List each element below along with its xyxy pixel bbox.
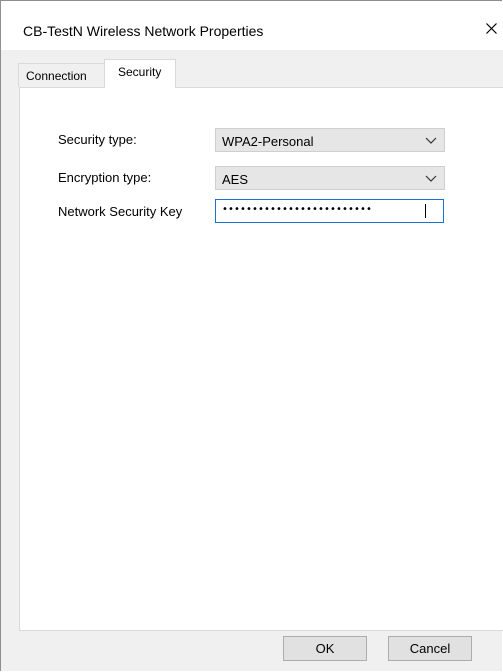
window-title: CB-TestN Wireless Network Properties <box>23 23 264 39</box>
text-caret <box>425 204 426 218</box>
dialog-window: CB-TestN Wireless Network Properties Con… <box>0 0 503 671</box>
tab-connection-label: Connection <box>26 69 87 83</box>
tab-connection[interactable]: Connection <box>18 63 106 87</box>
encryption-type-value: AES <box>222 172 249 187</box>
security-type-dropdown[interactable]: WPA2-Personal <box>215 128 445 152</box>
close-icon <box>486 23 497 34</box>
close-button[interactable] <box>479 15 503 43</box>
title-bar: CB-TestN Wireless Network Properties <box>1 1 503 50</box>
network-security-key-field[interactable]: ••••••••••••••••••••••••• <box>215 199 444 223</box>
encryption-type-label: Encryption type: <box>58 170 152 185</box>
chevron-down-icon <box>425 175 437 182</box>
cancel-button[interactable]: Cancel <box>388 636 472 661</box>
network-security-key-label: Network Security Key <box>58 204 183 219</box>
tab-security-label: Security <box>118 65 162 79</box>
security-type-label: Security type: <box>58 132 137 147</box>
encryption-type-dropdown[interactable]: AES <box>215 166 445 190</box>
security-type-value: WPA2-Personal <box>222 134 314 149</box>
ok-button[interactable]: OK <box>283 636 367 661</box>
network-security-key-masked-value: ••••••••••••••••••••••••• <box>222 204 372 215</box>
chevron-down-icon <box>425 137 437 144</box>
tab-security[interactable]: Security <box>104 59 176 88</box>
